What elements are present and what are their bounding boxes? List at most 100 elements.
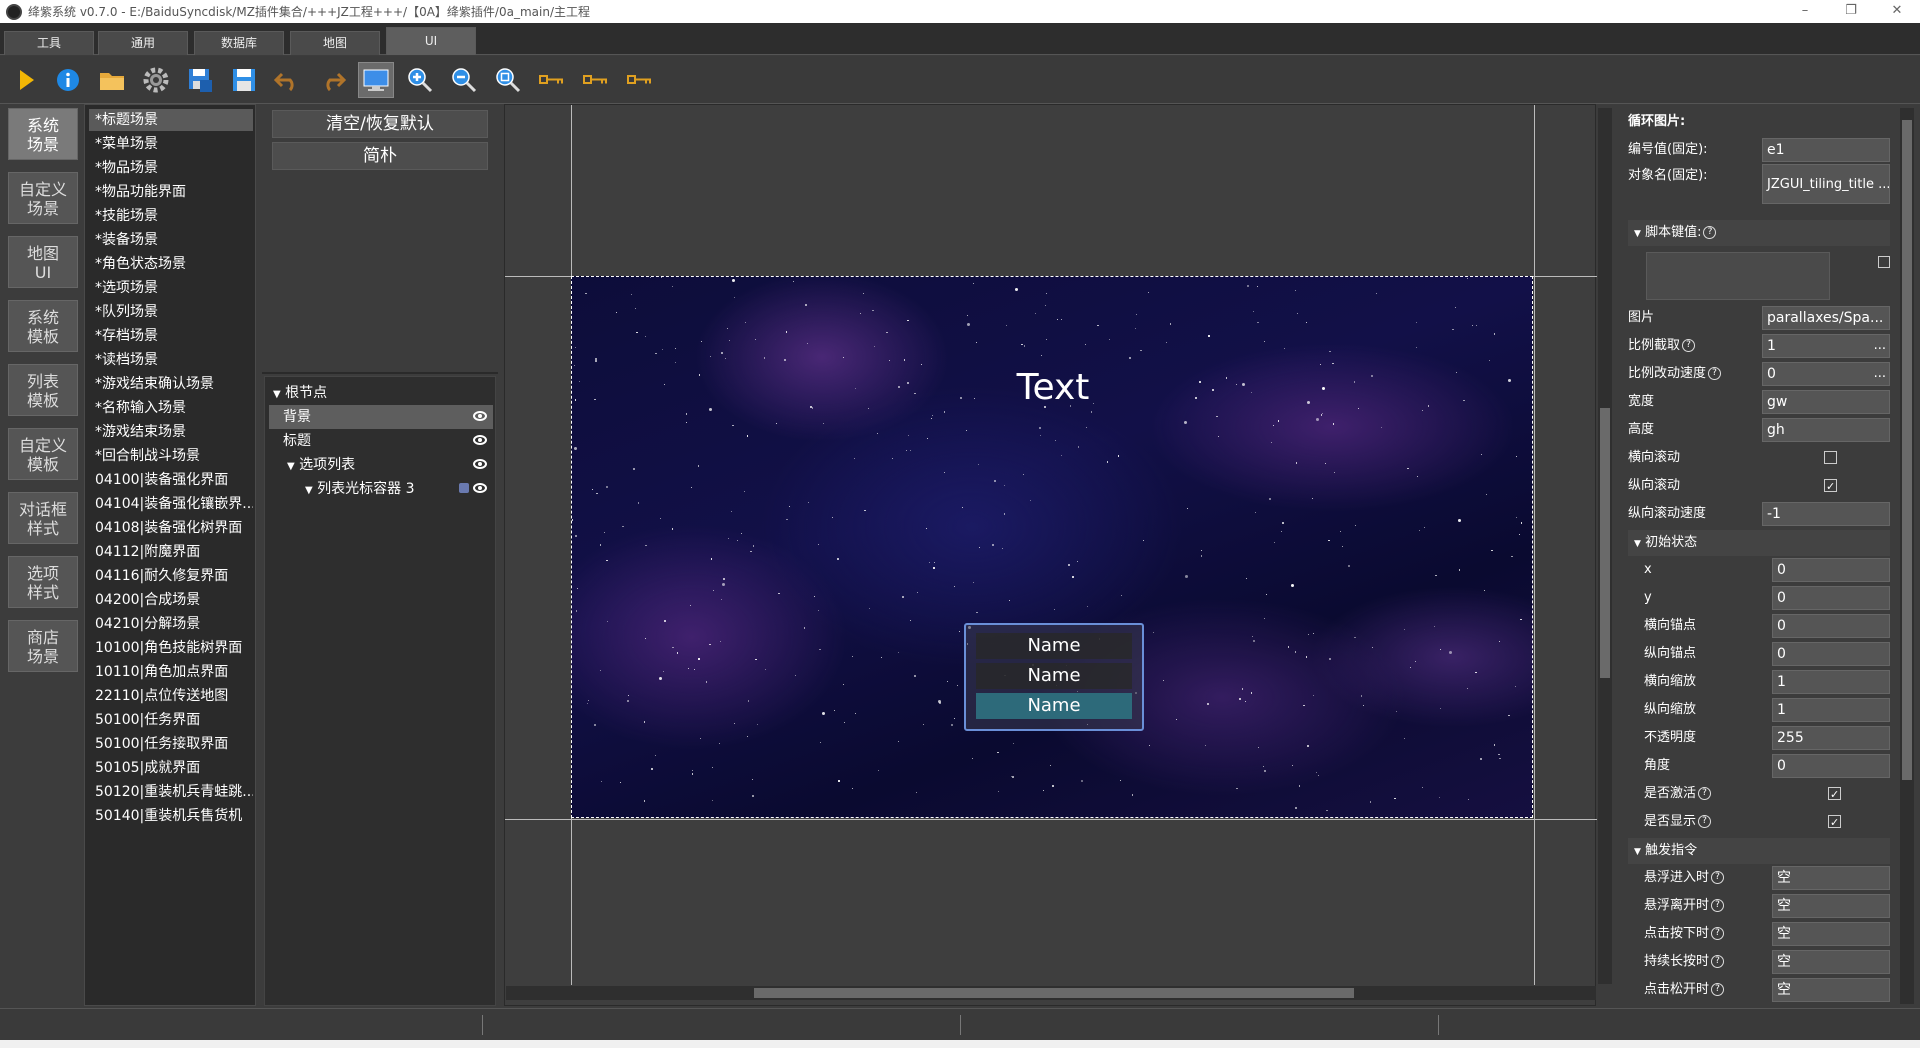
- list-item[interactable]: 04200|合成场景: [89, 589, 253, 611]
- expand-editor-icon[interactable]: [1878, 256, 1890, 268]
- info-icon[interactable]: [50, 62, 86, 98]
- properties-scrollbar[interactable]: [1900, 108, 1914, 1004]
- visibility-eye-icon[interactable]: [473, 483, 487, 493]
- tree-node-option-list[interactable]: ▼ 选项列表: [269, 453, 493, 477]
- v-scale-field[interactable]: 1: [1772, 698, 1890, 722]
- scrollbar-thumb[interactable]: [754, 988, 1354, 998]
- h-anchor-field[interactable]: 0: [1772, 614, 1890, 638]
- nav-shop-scene[interactable]: 商店 场景: [8, 620, 78, 672]
- tab-map[interactable]: 地图: [290, 31, 380, 55]
- list-item[interactable]: *游戏结束场景: [89, 421, 253, 443]
- more-dots[interactable]: ...: [1874, 332, 1886, 360]
- object-name-field[interactable]: JZGUI_tiling_title ...: [1762, 164, 1890, 204]
- restore-button[interactable]: ❐: [1828, 0, 1874, 23]
- list-item[interactable]: 04112|附魔界面: [89, 541, 253, 563]
- list-item[interactable]: 04108|装备强化树界面: [89, 517, 253, 539]
- list-item[interactable]: *读档场景: [89, 349, 253, 371]
- release-field[interactable]: 空: [1772, 978, 1890, 1002]
- nav-custom-template[interactable]: 自定义 模板: [8, 428, 78, 480]
- help-icon[interactable]: ?: [1703, 226, 1717, 239]
- opacity-field[interactable]: 255: [1772, 726, 1890, 750]
- menu-item[interactable]: Name: [976, 663, 1132, 689]
- help-icon[interactable]: ?: [1711, 955, 1725, 968]
- redo-icon[interactable]: [314, 62, 350, 98]
- list-item[interactable]: *物品功能界面: [89, 181, 253, 203]
- zoom-fit-icon[interactable]: [490, 62, 526, 98]
- list-item[interactable]: 50120|重装机兵青蛙跳...: [89, 781, 253, 803]
- list-item[interactable]: 04104|装备强化镶嵌界...: [89, 493, 253, 515]
- save-icon[interactable]: [226, 62, 262, 98]
- x-field[interactable]: 0: [1772, 558, 1890, 582]
- trigger-section-header[interactable]: ▼ 触发指令: [1628, 838, 1890, 864]
- list-item[interactable]: 50100|任务接取界面: [89, 733, 253, 755]
- nav-dialog-style[interactable]: 对话框 样式: [8, 492, 78, 544]
- script-key-textarea[interactable]: [1646, 252, 1830, 300]
- tree-node-root[interactable]: ▼ 根节点: [269, 381, 493, 405]
- vscroll-checkbox[interactable]: [1824, 473, 1837, 501]
- nav-list-template[interactable]: 列表 模板: [8, 364, 78, 416]
- help-icon[interactable]: ?: [1698, 815, 1712, 828]
- id-field[interactable]: e1: [1762, 138, 1890, 162]
- ratio-crop-field[interactable]: 1: [1762, 334, 1890, 358]
- simple-style-button[interactable]: 简朴: [272, 142, 488, 170]
- tree-node-cursor-container[interactable]: ▼ 列表光标容器 3: [269, 477, 493, 501]
- hover-in-field[interactable]: 空: [1772, 866, 1890, 890]
- minimize-button[interactable]: –: [1782, 0, 1828, 23]
- visible-checkbox[interactable]: [1828, 809, 1841, 837]
- ratio-speed-field[interactable]: 0: [1762, 362, 1890, 386]
- tab-tools[interactable]: 工具: [4, 31, 94, 55]
- key-icon-2[interactable]: [578, 62, 614, 98]
- list-item[interactable]: 04116|耐久修复界面: [89, 565, 253, 587]
- list-item[interactable]: *标题场景: [89, 109, 253, 131]
- list-item[interactable]: 04100|装备强化界面: [89, 469, 253, 491]
- press-field[interactable]: 空: [1772, 922, 1890, 946]
- save-all-icon[interactable]: [182, 62, 218, 98]
- expand-arrow-icon[interactable]: ▼: [269, 389, 281, 400]
- list-item[interactable]: 10110|角色加点界面: [89, 661, 253, 683]
- tab-general[interactable]: 通用: [98, 31, 188, 55]
- stage-title-text[interactable]: Text: [572, 367, 1532, 408]
- help-icon[interactable]: ?: [1711, 871, 1725, 884]
- list-item[interactable]: *选项场景: [89, 277, 253, 299]
- help-icon[interactable]: ?: [1711, 899, 1725, 912]
- list-item[interactable]: *存档场景: [89, 325, 253, 347]
- list-item[interactable]: *装备场景: [89, 229, 253, 251]
- nav-system-scene[interactable]: 系统 场景: [8, 108, 78, 160]
- script-section-header[interactable]: ▼ 脚本键值:?: [1628, 220, 1890, 246]
- scrollbar-thumb[interactable]: [1600, 408, 1610, 678]
- canvas-vertical-scrollbar[interactable]: [1598, 108, 1612, 984]
- vscroll-speed-field[interactable]: -1: [1762, 502, 1890, 526]
- help-icon[interactable]: ?: [1711, 927, 1725, 940]
- list-item[interactable]: *名称输入场景: [89, 397, 253, 419]
- width-field[interactable]: gw: [1762, 390, 1890, 414]
- menu-item[interactable]: Name: [976, 633, 1132, 659]
- tree-node-background[interactable]: 背景: [269, 405, 493, 429]
- list-item[interactable]: *技能场景: [89, 205, 253, 227]
- list-item[interactable]: 50100|任务界面: [89, 709, 253, 731]
- play-icon[interactable]: [8, 62, 44, 98]
- v-anchor-field[interactable]: 0: [1772, 642, 1890, 666]
- option-menu-window[interactable]: Name Name Name: [964, 623, 1144, 731]
- list-item[interactable]: *角色状态场景: [89, 253, 253, 275]
- nav-custom-scene[interactable]: 自定义 场景: [8, 172, 78, 224]
- settings-gear-icon[interactable]: [138, 62, 174, 98]
- zoom-in-icon[interactable]: [402, 62, 438, 98]
- stage-preview[interactable]: Text Name Name Name: [571, 276, 1533, 818]
- hover-out-field[interactable]: 空: [1772, 894, 1890, 918]
- list-item[interactable]: *回合制战斗场景: [89, 445, 253, 467]
- help-icon[interactable]: ?: [1698, 787, 1712, 800]
- list-item[interactable]: *游戏结束确认场景: [89, 373, 253, 395]
- visibility-eye-icon[interactable]: [473, 435, 487, 445]
- key-icon[interactable]: [534, 62, 570, 98]
- nav-system-template[interactable]: 系统 模板: [8, 300, 78, 352]
- key-icon-3[interactable]: [622, 62, 658, 98]
- expand-arrow-icon[interactable]: ▼: [269, 485, 313, 496]
- visibility-eye-icon[interactable]: [473, 459, 487, 469]
- scrollbar-thumb[interactable]: [1902, 120, 1912, 780]
- height-field[interactable]: gh: [1762, 418, 1890, 442]
- list-item[interactable]: 50140|重装机兵售货机: [89, 805, 253, 827]
- folder-icon[interactable]: [94, 62, 130, 98]
- long-press-field[interactable]: 空: [1772, 950, 1890, 974]
- h-scale-field[interactable]: 1: [1772, 670, 1890, 694]
- lock-icon[interactable]: [459, 483, 469, 493]
